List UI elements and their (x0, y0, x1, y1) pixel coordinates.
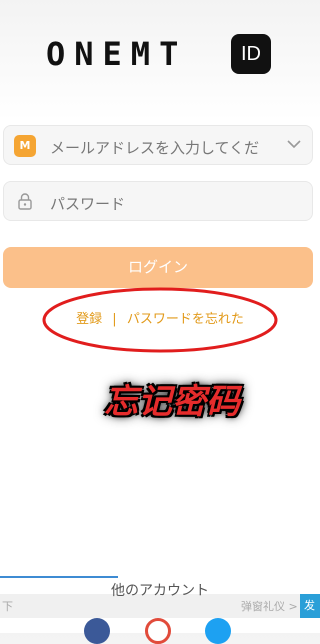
banner-left-text: 下 (2, 600, 13, 613)
facebook-icon[interactable] (84, 618, 110, 644)
link-separator: | (112, 312, 117, 327)
login-button[interactable]: ログイン (3, 247, 313, 288)
email-field[interactable]: M メールアドレスを入力してくだ (3, 125, 313, 165)
logo-wordmark: ONEMT (46, 35, 188, 73)
forgot-password-annotation: 忘记密码 (104, 382, 240, 422)
register-link[interactable]: 登録 (73, 312, 105, 327)
onemt-m-icon: M (14, 135, 36, 157)
banner-action-button[interactable]: 发 (300, 594, 320, 618)
forgot-password-link[interactable]: パスワードを忘れた (124, 312, 247, 327)
password-placeholder: パスワード (50, 195, 126, 213)
chevron-down-icon[interactable] (286, 136, 302, 152)
account-links: 登録 | パスワードを忘れた (0, 311, 320, 329)
lock-icon (18, 193, 32, 210)
google-icon[interactable] (145, 618, 171, 644)
logo-id-badge: ID (231, 34, 271, 74)
logo: ONEMT ID (0, 34, 320, 74)
banner-right-text[interactable]: 弹窗礼仪 > (241, 598, 298, 614)
twitter-icon[interactable] (205, 618, 231, 644)
email-placeholder: メールアドレスを入力してくだ (50, 139, 260, 157)
progress-line (0, 576, 118, 578)
password-field[interactable]: パスワード (3, 181, 313, 221)
